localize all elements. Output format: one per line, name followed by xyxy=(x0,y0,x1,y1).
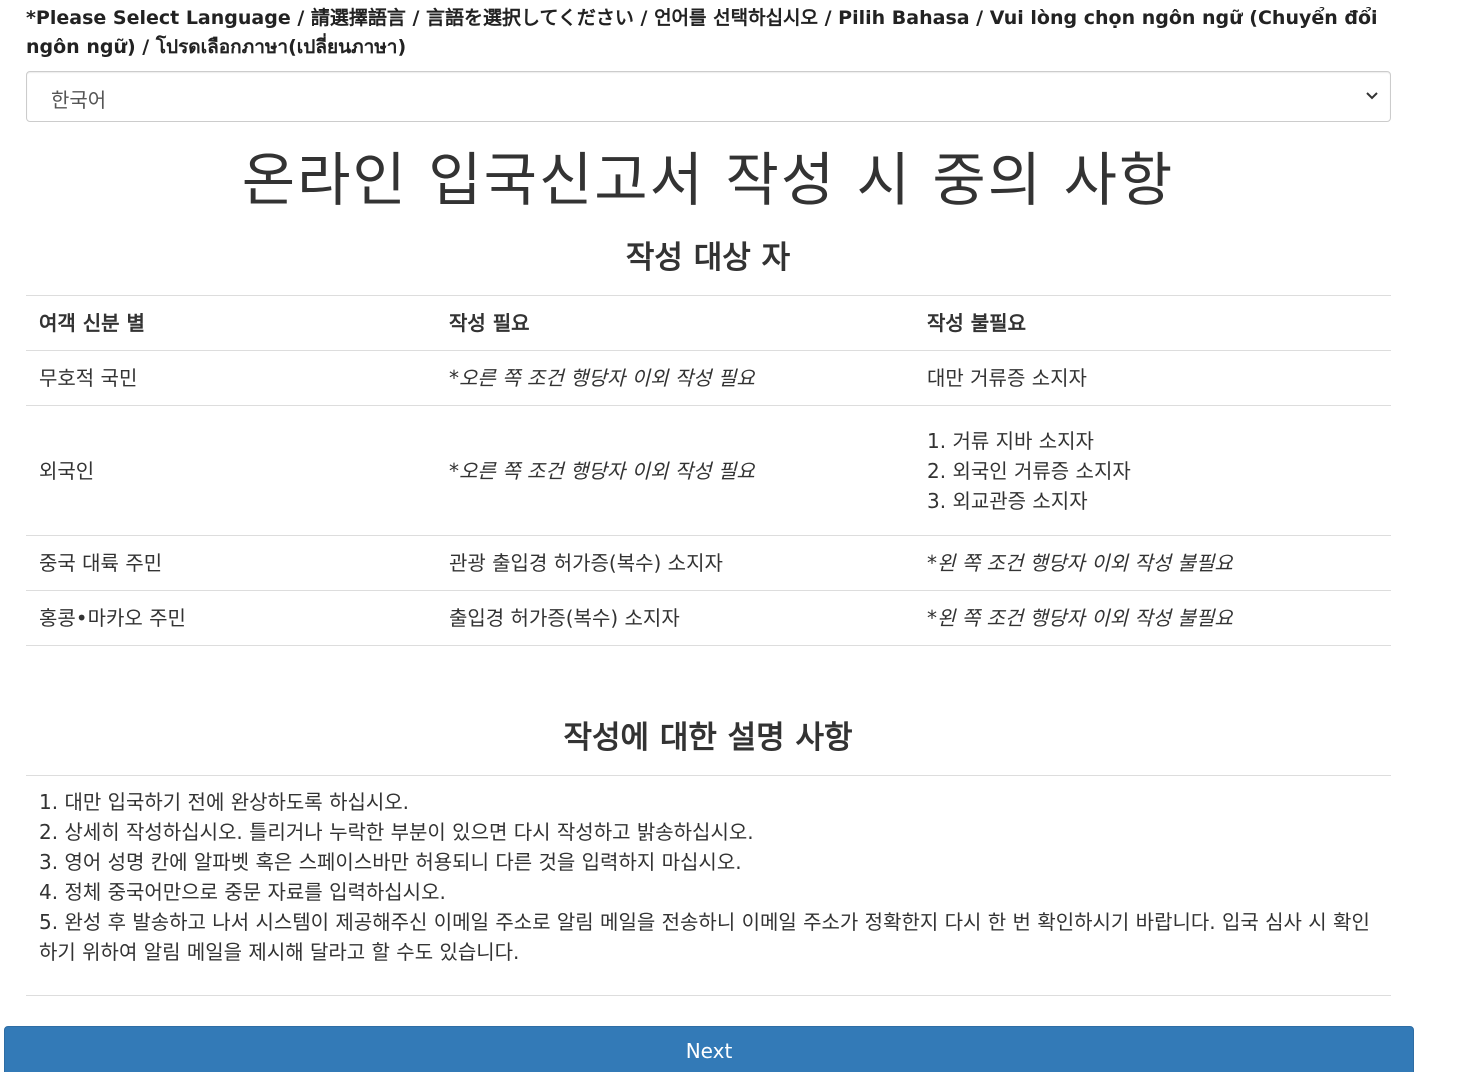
cell-required: 출입경 허가증(복수) 소지자 xyxy=(436,590,914,646)
page-title: 온라인 입국신고서 작성 시 중의 사항 xyxy=(241,146,1175,214)
next-button[interactable]: Next xyxy=(4,1026,1414,1072)
cell-not-required-list: 1. 거류 지바 소지자 2. 외국인 거류증 소지자 3. 외교관증 소지자 xyxy=(914,405,1391,536)
chevron-down-icon xyxy=(1366,92,1378,100)
table-row: 홍콩•마카오 주민 출입경 허가증(복수) 소지자 *왼 쪽 조건 행당자 이외… xyxy=(26,590,1391,646)
cell-identity: 홍콩•마카오 주민 xyxy=(26,590,436,646)
cell-identity: 외국인 xyxy=(26,405,436,536)
list-item: 3. 외교관증 소지자 xyxy=(927,488,1088,513)
cell-required: 관광 출입경 허가증(복수) 소지자 xyxy=(436,535,914,591)
cell-not-required: *왼 쪽 조건 행당자 이외 작성 불필요 xyxy=(914,590,1391,646)
list-item: 2. 상세히 작성하십시오. 틀리거나 누락한 부분이 있으면 다시 작성하고 … xyxy=(39,820,754,844)
cell-identity: 중국 대륙 주민 xyxy=(26,535,436,591)
target-table: 여객 신분 별 작성 필요 작성 불필요 무호적 국민 *오른 쪽 조건 행당자… xyxy=(26,295,1391,646)
table-row: 중국 대륙 주민 관광 출입경 허가증(복수) 소지자 *왼 쪽 조건 행당자 … xyxy=(26,535,1391,591)
cell-required: *오른 쪽 조건 행당자 이외 작성 필요 xyxy=(436,350,914,406)
cell-not-required: 대만 거류증 소지자 xyxy=(914,350,1391,406)
cell-required: *오른 쪽 조건 행당자 이외 작성 필요 xyxy=(436,405,914,536)
language-select-value: 한국어 xyxy=(51,88,107,112)
list-item: 2. 외국인 거류증 소지자 xyxy=(927,458,1131,483)
list-item: 1. 대만 입국하기 전에 완상하도록 하십시오. xyxy=(39,790,410,814)
list-item: 1. 거류 지바 소지자 xyxy=(927,428,1094,453)
list-item: 5. 완성 후 발송하고 나서 시스템이 제공해주신 이메일 주소로 알림 메일… xyxy=(39,910,1370,964)
language-label: *Please Select Language / 請選擇語言 / 言語を選択し… xyxy=(26,7,1378,58)
section-title-instructions: 작성에 대한 설명 사항 xyxy=(563,720,853,756)
list-item: 4. 정체 중국어만으로 중문 자료를 입력하십시오. xyxy=(39,880,446,904)
list-item: 3. 영어 성명 칸에 알파벳 혹은 스페이스바만 허용되니 다른 것을 입력하… xyxy=(39,850,742,874)
section-title-target: 작성 대상 자 xyxy=(625,240,791,276)
language-select[interactable]: 한국어 xyxy=(26,71,1391,122)
table-header-required: 작성 필요 xyxy=(436,295,914,351)
cell-not-required: *왼 쪽 조건 행당자 이외 작성 불필요 xyxy=(914,535,1391,591)
cell-identity: 무호적 국민 xyxy=(26,350,436,406)
table-row: 외국인 *오른 쪽 조건 행당자 이외 작성 필요 1. 거류 지바 소지자 2… xyxy=(26,405,1391,536)
instructions-list: 1. 대만 입국하기 전에 완상하도록 하십시오. 2. 상세히 작성하십시오.… xyxy=(26,775,1391,996)
table-header-row: 여객 신분 별 작성 필요 작성 불필요 xyxy=(26,295,1391,351)
table-row: 무호적 국민 *오른 쪽 조건 행당자 이외 작성 필요 대만 거류증 소지자 xyxy=(26,350,1391,406)
table-header-not-required: 작성 불필요 xyxy=(914,295,1391,351)
table-header-identity: 여객 신분 별 xyxy=(26,295,436,351)
page: *Please Select Language / 請選擇語言 / 言語を選択し… xyxy=(0,0,1461,1072)
